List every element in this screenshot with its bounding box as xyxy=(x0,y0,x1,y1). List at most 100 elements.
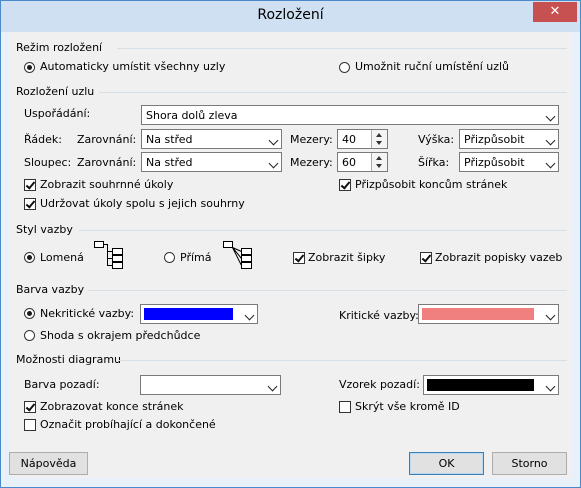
dialog-title: Rozložení xyxy=(257,7,324,23)
help-button-label: Nápověda xyxy=(20,457,77,470)
background-color-select[interactable] xyxy=(140,375,281,395)
radio-auto-placement[interactable] xyxy=(24,62,35,73)
width-value: Přizpůsobit xyxy=(464,156,525,169)
show-link-labels-checkbox[interactable] xyxy=(420,252,432,264)
background-pattern-label: Vzorek pozadí: xyxy=(339,378,420,391)
chevron-down-icon xyxy=(545,111,556,122)
radio-rectilinear[interactable] xyxy=(24,252,35,263)
chevron-down-icon xyxy=(545,310,556,321)
show-link-labels-label[interactable]: Zobrazit popisky vazeb xyxy=(435,251,562,265)
cancel-button-label: Storno xyxy=(511,457,548,470)
chevron-down-icon xyxy=(545,158,556,169)
rectilinear-link-icon xyxy=(94,241,123,269)
row-align-label: Zarovnání: xyxy=(77,133,137,146)
group-separator xyxy=(117,48,567,49)
spin-buttons[interactable] xyxy=(371,130,387,148)
background-pattern-swatch xyxy=(427,379,534,391)
group-separator xyxy=(79,230,567,231)
spin-down-icon[interactable] xyxy=(376,141,382,145)
spin-up-icon[interactable] xyxy=(376,156,382,160)
critical-color-select[interactable] xyxy=(418,304,559,324)
col-align-select[interactable]: Na střed xyxy=(141,152,282,172)
group-title-diagram-options: Možnosti diagramu xyxy=(16,353,122,366)
group-title-node-layout: Rozložení uzlu xyxy=(16,85,95,98)
arrange-value: Shora dolů zleva xyxy=(146,109,238,122)
radio-manual-placement-label[interactable]: Umožnit ruční umístění uzlů xyxy=(355,60,509,74)
show-page-breaks-label[interactable]: Zobrazovat konce stránek xyxy=(40,400,183,414)
radio-match-border[interactable] xyxy=(24,330,35,341)
mark-in-progress-label[interactable]: Označit probíhající a dokončené xyxy=(40,418,216,432)
help-button[interactable]: Nápověda xyxy=(9,452,88,475)
show-summary-checkbox[interactable] xyxy=(24,179,36,191)
close-button[interactable]: ✕ xyxy=(533,2,577,22)
spin-down-icon[interactable] xyxy=(376,164,382,168)
arrange-label: Uspořádání: xyxy=(24,107,91,120)
adjust-page-breaks-checkbox[interactable] xyxy=(339,179,351,191)
noncritical-color-select[interactable] xyxy=(140,304,258,324)
cancel-button[interactable]: Storno xyxy=(492,452,567,475)
hide-all-but-id-label[interactable]: Skrýt vše kromě ID xyxy=(355,400,460,414)
title-bar[interactable]: Rozložení ✕ xyxy=(1,1,580,32)
group-title-placement: Režim rozložení xyxy=(16,41,103,54)
keep-together-checkbox[interactable] xyxy=(24,198,36,210)
row-align-select[interactable]: Na střed xyxy=(141,129,282,149)
width-label: Šířka: xyxy=(418,156,450,169)
show-arrows-checkbox[interactable] xyxy=(293,252,305,264)
radio-straight[interactable] xyxy=(164,252,175,263)
chevron-down-icon xyxy=(545,381,556,392)
row-align-value: Na střed xyxy=(146,133,193,146)
row-spacing-value: 40 xyxy=(342,133,356,146)
spin-up-icon[interactable] xyxy=(376,133,382,137)
radio-noncritical[interactable] xyxy=(24,308,35,319)
chevron-down-icon xyxy=(268,135,279,146)
ok-button-label: OK xyxy=(438,457,455,470)
radio-rectilinear-label[interactable]: Lomená xyxy=(40,251,84,265)
show-summary-label[interactable]: Zobrazit souhrnné úkoly xyxy=(40,178,173,192)
chevron-down-icon xyxy=(545,135,556,146)
height-label: Výška: xyxy=(418,133,455,146)
radio-auto-placement-label[interactable]: Automaticky umístit všechny uzly xyxy=(40,60,225,74)
background-color-label: Barva pozadí: xyxy=(24,378,100,391)
group-separator xyxy=(88,290,567,291)
critical-color-swatch xyxy=(422,308,534,320)
row-spacing-stepper[interactable]: 40 xyxy=(337,129,388,149)
width-select[interactable]: Přizpůsobit xyxy=(459,152,559,172)
keep-together-label[interactable]: Udržovat úkoly spolu s jejich souhrny xyxy=(40,197,245,211)
show-arrows-label[interactable]: Zobrazit šipky xyxy=(308,251,385,265)
col-spacing-label: Mezery: xyxy=(290,156,333,169)
spin-buttons[interactable] xyxy=(371,153,387,171)
background-color-swatch xyxy=(144,379,256,391)
chevron-down-icon xyxy=(267,381,278,392)
dialog-body: Režim rozložení Automaticky umístit všec… xyxy=(9,32,572,478)
group-separator xyxy=(119,360,567,361)
critical-links-label: Kritické vazby: xyxy=(339,309,419,322)
close-icon: ✕ xyxy=(549,4,561,19)
col-align-label: Zarovnání: xyxy=(77,156,137,169)
row-label: Řádek: xyxy=(24,133,62,146)
height-value: Přizpůsobit xyxy=(464,133,525,146)
group-separator xyxy=(99,92,567,93)
col-align-value: Na střed xyxy=(146,156,193,169)
radio-noncritical-label[interactable]: Nekritické vazby: xyxy=(40,307,134,321)
background-pattern-select[interactable] xyxy=(423,375,559,395)
col-spacing-stepper[interactable]: 60 xyxy=(337,152,388,172)
ok-button[interactable]: OK xyxy=(409,452,484,475)
col-spacing-value: 60 xyxy=(342,156,356,169)
chevron-down-icon xyxy=(268,158,279,169)
group-title-link-style: Styl vazby xyxy=(16,223,73,236)
radio-match-border-label[interactable]: Shoda s okrajem předchůdce xyxy=(40,329,200,343)
noncritical-color-swatch xyxy=(144,308,233,320)
adjust-page-breaks-label[interactable]: Přizpůsobit koncům stránek xyxy=(355,178,507,192)
hide-all-but-id-checkbox[interactable] xyxy=(339,401,351,413)
straight-link-icon xyxy=(223,241,252,269)
show-page-breaks-checkbox[interactable] xyxy=(24,401,36,413)
row-spacing-label: Mezery: xyxy=(290,133,333,146)
mark-in-progress-checkbox[interactable] xyxy=(24,419,36,431)
radio-straight-label[interactable]: Přímá xyxy=(180,251,211,265)
radio-manual-placement[interactable] xyxy=(339,62,350,73)
chevron-down-icon xyxy=(244,310,255,321)
layout-dialog: Rozložení ✕ Režim rozložení Automaticky … xyxy=(0,0,581,488)
arrange-select[interactable]: Shora dolů zleva xyxy=(141,105,559,125)
height-select[interactable]: Přizpůsobit xyxy=(459,129,559,149)
group-title-link-color: Barva vazby xyxy=(16,283,85,296)
